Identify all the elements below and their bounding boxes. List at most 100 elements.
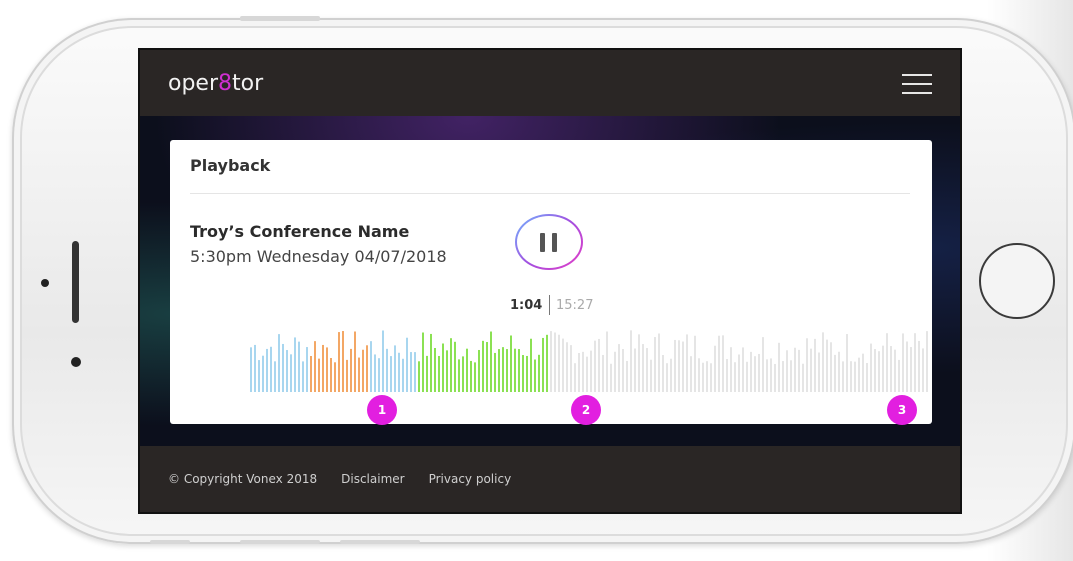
- waveform-bar: [614, 351, 616, 392]
- waveform-bar: [922, 348, 924, 392]
- waveform-bar: [538, 354, 540, 392]
- power-button: [240, 540, 320, 544]
- waveform-bar: [754, 356, 756, 392]
- waveform-bar: [758, 353, 760, 392]
- waveform-bar: [486, 342, 488, 392]
- waveform-bar: [750, 351, 752, 392]
- waveform-bar: [454, 341, 456, 392]
- waveform-bar: [718, 335, 720, 392]
- waveform-bar: [742, 347, 744, 392]
- app-logo[interactable]: oper8tor: [168, 71, 263, 96]
- waveform-bar: [310, 356, 312, 392]
- app-header: oper8tor: [140, 50, 960, 116]
- waveform-bar: [878, 351, 880, 392]
- waveform-bar: [442, 343, 444, 392]
- waveform-bar: [262, 355, 264, 392]
- waveform-bar: [502, 347, 504, 392]
- waveform-bar: [270, 346, 272, 392]
- waveform-bar: [354, 331, 356, 392]
- waveform-bar: [582, 351, 584, 392]
- waveform-bar: [330, 358, 332, 392]
- waveform-bar: [266, 348, 268, 392]
- waveform-bar: [694, 335, 696, 392]
- waveform-bar: [378, 358, 380, 392]
- waveform-bar: [586, 356, 588, 392]
- front-camera: [71, 357, 81, 367]
- waveform-bar: [314, 341, 316, 392]
- waveform-bar: [818, 352, 820, 392]
- waveform-bar: [642, 344, 644, 392]
- waveform-bar: [482, 340, 484, 392]
- playhead-indicator: [549, 295, 550, 315]
- waveform-bar: [366, 345, 368, 392]
- waveform-bar: [562, 338, 564, 392]
- waveform-bar: [346, 359, 348, 392]
- conference-datetime: 5:30pm Wednesday 04/07/2018: [190, 247, 447, 266]
- pause-icon: [552, 233, 557, 252]
- waveform-bar: [466, 348, 468, 392]
- waveform-bar: [450, 338, 452, 392]
- marker-3[interactable]: 3: [887, 395, 917, 425]
- waveform-bar: [410, 352, 412, 392]
- privacy-policy-link[interactable]: Privacy policy: [429, 472, 512, 486]
- waveform-bar: [326, 347, 328, 392]
- waveform-bar: [638, 334, 640, 392]
- waveform-bar: [250, 347, 252, 392]
- waveform-bar: [350, 348, 352, 392]
- waveform-bar: [610, 363, 612, 392]
- waveform-bar: [578, 352, 580, 392]
- waveform-bar: [866, 362, 868, 392]
- waveform-bar: [322, 344, 324, 392]
- waveform-bar: [918, 340, 920, 392]
- waveform-bar: [778, 342, 780, 392]
- waveform-bar: [842, 361, 844, 392]
- waveform-bar: [782, 361, 784, 392]
- marker-2[interactable]: 2: [571, 395, 601, 425]
- waveform-bar: [762, 337, 764, 392]
- waveform-bar: [898, 359, 900, 392]
- waveform-bar: [522, 355, 524, 392]
- proximity-sensor: [41, 279, 49, 287]
- waveform-bar: [674, 339, 676, 392]
- waveform-bar: [542, 337, 544, 392]
- waveform-bar: [602, 354, 604, 392]
- marker-1[interactable]: 1: [367, 395, 397, 425]
- waveform-bar: [342, 331, 344, 392]
- waveform-bar: [678, 340, 680, 392]
- waveform-bar: [622, 349, 624, 392]
- waveform-bar: [434, 347, 436, 392]
- waveform-bar: [370, 341, 372, 392]
- waveform-bar: [706, 361, 708, 392]
- waveform-bar: [798, 349, 800, 392]
- waveform-bar: [498, 349, 500, 392]
- waveform-bar: [770, 358, 772, 392]
- audio-waveform[interactable]: [250, 322, 930, 392]
- waveform-bar: [862, 353, 864, 392]
- waveform-bar: [278, 334, 280, 392]
- waveform-bar: [294, 337, 296, 392]
- waveform-bar: [282, 343, 284, 392]
- waveform-bar: [710, 363, 712, 392]
- waveform-bar: [390, 356, 392, 392]
- waveform-bar: [530, 338, 532, 392]
- waveform-bar: [334, 362, 336, 392]
- waveform-bar: [302, 361, 304, 392]
- waveform-bar: [566, 342, 568, 392]
- waveform-bar: [858, 357, 860, 392]
- waveform-bar: [874, 349, 876, 392]
- waveform-bar: [394, 345, 396, 392]
- waveform-bar: [494, 352, 496, 392]
- waveform-bar: [690, 356, 692, 392]
- disclaimer-link[interactable]: Disclaimer: [341, 472, 404, 486]
- waveform-bar: [802, 363, 804, 392]
- waveform-bar: [298, 341, 300, 392]
- current-time: 1:04: [510, 298, 543, 313]
- waveform-bar: [914, 333, 916, 392]
- waveform-bar: [514, 348, 516, 392]
- waveform-bar: [546, 334, 548, 392]
- waveform-bar: [634, 348, 636, 392]
- waveform-bar: [258, 360, 260, 392]
- hamburger-menu-icon[interactable]: [902, 74, 932, 94]
- pause-button[interactable]: [515, 214, 583, 270]
- home-button[interactable]: [979, 243, 1055, 319]
